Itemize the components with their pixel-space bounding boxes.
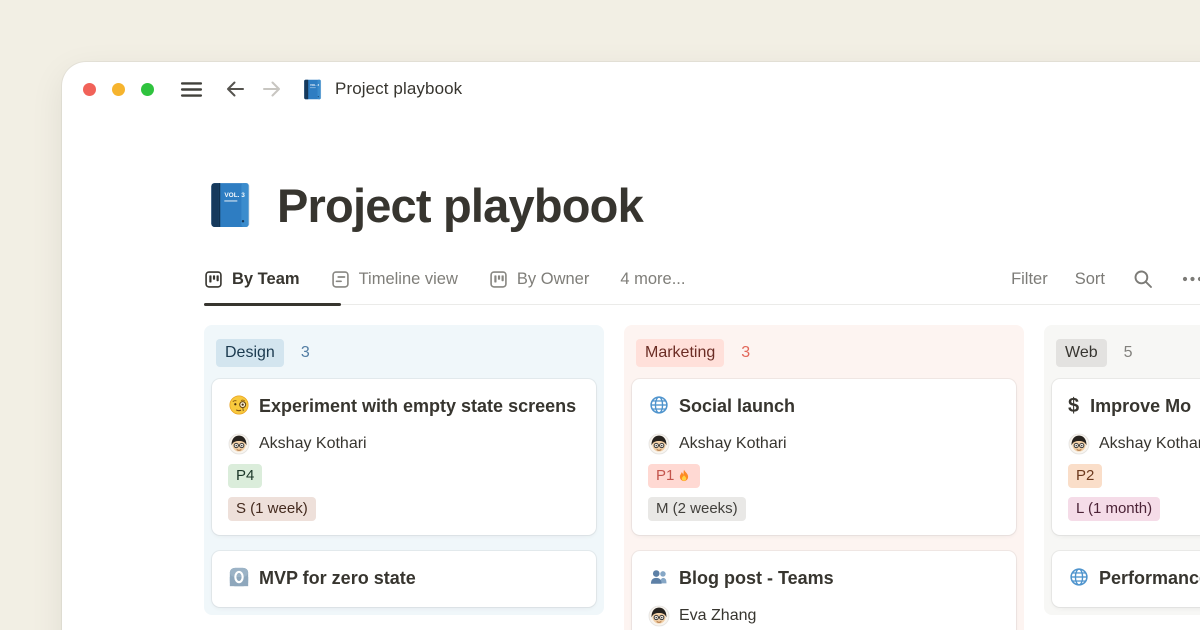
more-ellipsis-icon [1181,275,1200,283]
tab-by-team[interactable]: By Team [204,270,300,289]
assignee-row: Akshay Kothari [1068,433,1200,455]
card-performance-optimization[interactable]: Performance optimization [1052,551,1200,607]
board-view-icon [489,270,508,289]
sort-button[interactable]: Sort [1075,270,1105,289]
kanban-board: Design 3 Experiment with empty state scr… [204,325,1200,630]
back-arrow-icon [223,77,247,101]
assignee-row: Eva Zhang [648,605,1000,627]
card-title: Performance optimization [1068,563,1200,593]
card-social-launch[interactable]: Social launch Akshay Kothari P1 M (2 wee… [632,379,1016,535]
column-count: 3 [741,344,750,362]
card-title: Experiment with empty state screens [228,391,580,421]
column-tag-design[interactable]: Design [216,339,284,367]
size-tag: M (2 weeks) [648,497,746,521]
blue-book-emoji-icon[interactable] [204,179,256,231]
close-window-button[interactable] [83,83,96,96]
globe-icon [1068,566,1090,588]
card-title: $Improve Mo [1068,391,1200,421]
column-header: Web 5 [1052,333,1200,379]
page-header: Project playbook [204,178,1200,232]
assignee-name: Akshay Kothari [1099,433,1200,455]
keycap-zero-icon [228,566,250,588]
assignee-name: Eva Zhang [679,605,756,627]
app-window: Project playbook Project playbook By Tea… [62,62,1200,630]
assignee-row: Akshay Kothari [228,433,580,455]
fire-icon [676,468,692,484]
column-count: 5 [1124,344,1133,362]
assignee-name: Akshay Kothari [679,433,787,455]
size-tag: L (1 month) [1068,497,1160,521]
busts-in-silhouette-icon [648,566,670,588]
forward-button[interactable] [260,77,284,101]
avatar [648,433,670,455]
priority-tag: P2 [1068,464,1102,488]
column-count: 3 [301,344,310,362]
back-button[interactable] [223,77,247,101]
size-tag: S (1 week) [228,497,316,521]
sidebar-toggle-button[interactable] [179,77,204,102]
tab-by-owner[interactable]: By Owner [489,270,589,289]
blue-book-icon [301,78,324,101]
column-tag-web[interactable]: Web [1056,339,1107,367]
window-titlebar: Project playbook [62,62,1200,116]
column-tag-marketing[interactable]: Marketing [636,339,724,367]
card-title: Blog post - Teams [648,563,1000,593]
column-header: Design 3 [212,333,596,379]
tab-timeline-view[interactable]: Timeline view [331,270,458,289]
board-view-icon [204,270,223,289]
view-tabs-bar: By Team Timeline view By Owner 4 more...… [204,268,1200,305]
card-blog-post-teams[interactable]: Blog post - Teams Eva Zhang [632,551,1016,630]
active-tab-underline [204,303,341,306]
more-options-button[interactable] [1181,275,1200,283]
breadcrumb-page-title: Project playbook [335,79,462,99]
column-marketing: Marketing 3 Social launch Akshay Kothari… [624,325,1024,630]
card-experiment-empty-state[interactable]: Experiment with empty state screens Aksh… [212,379,596,535]
history-nav [223,77,284,101]
card-title: MVP for zero state [228,563,580,593]
timeline-view-icon [331,270,350,289]
face-with-monocle-icon [228,394,250,416]
forward-arrow-icon [260,77,284,101]
avatar [648,605,670,627]
minimize-window-button[interactable] [112,83,125,96]
card-title: Social launch [648,391,1000,421]
priority-tag: P4 [228,464,262,488]
column-design: Design 3 Experiment with empty state scr… [204,325,604,615]
hamburger-icon [179,77,204,102]
zoom-window-button[interactable] [141,83,154,96]
tab-more-views[interactable]: 4 more... [620,270,685,289]
filter-button[interactable]: Filter [1011,270,1048,289]
view-toolbar: Filter Sort [1011,268,1200,290]
column-header: Marketing 3 [632,333,1016,379]
search-button[interactable] [1132,268,1154,290]
avatar [228,433,250,455]
card-improve-monetization[interactable]: $Improve Mo Akshay Kothari P2 L (1 month… [1052,379,1200,535]
assignee-row: Akshay Kothari [648,433,1000,455]
heavy-dollar-sign-icon: $ [1068,395,1079,417]
column-web: Web 5 $Improve Mo Akshay Kothari P2 L (1… [1044,325,1200,615]
page-title[interactable]: Project playbook [277,178,643,233]
assignee-name: Akshay Kothari [259,433,367,455]
search-icon [1132,268,1154,290]
priority-tag: P1 [648,464,700,488]
traffic-lights [83,83,154,96]
card-mvp-zero-state[interactable]: MVP for zero state [212,551,596,607]
avatar [1068,433,1090,455]
globe-icon [648,394,670,416]
